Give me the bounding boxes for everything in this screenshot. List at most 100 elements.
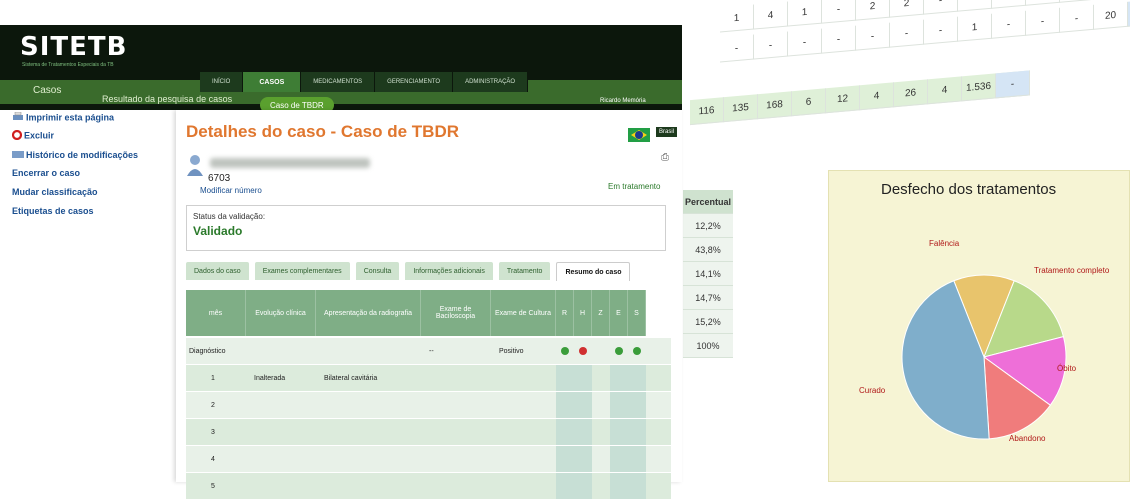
bg-table-cell: 1.536 bbox=[962, 73, 996, 102]
table-cell: 3 bbox=[211, 428, 215, 436]
green-status-dot bbox=[615, 347, 623, 355]
treatment-cell bbox=[610, 446, 628, 472]
top-navigation: INÍCIO CASOS MEDICAMENTOS GERENCIAMENTO … bbox=[200, 72, 529, 92]
percent-value: 12,2% bbox=[683, 214, 733, 238]
sidebar-item-reclassify[interactable]: Mudar classificação bbox=[12, 187, 98, 197]
table-row: 3 bbox=[186, 419, 671, 446]
sidebar-item-history[interactable]: Histórico de modificações bbox=[12, 150, 138, 161]
green-status-dot bbox=[633, 347, 641, 355]
sidebar-item-label: Histórico de modificações bbox=[26, 150, 139, 160]
treatment-cell bbox=[628, 419, 646, 445]
topnav-cases[interactable]: CASOS bbox=[243, 72, 302, 92]
bg-table-cell: 1 bbox=[958, 13, 992, 42]
sidebar: Imprimir esta página Excluir Histórico d… bbox=[0, 110, 180, 482]
printer-icon bbox=[12, 111, 24, 124]
table-cell: Inalterada bbox=[254, 374, 286, 382]
topnav-medicines[interactable]: MEDICAMENTOS bbox=[301, 72, 376, 92]
treatment-cell bbox=[574, 419, 592, 445]
user-name[interactable]: Ricardo Memória bbox=[600, 98, 646, 104]
percent-header: Percentual bbox=[683, 190, 733, 214]
breadcrumb-results[interactable]: Resultado da pesquisa de casos bbox=[102, 94, 232, 104]
bg-table-cell: - bbox=[822, 25, 856, 54]
red-status-dot bbox=[579, 347, 587, 355]
sidebar-item-close-case[interactable]: Encerrar o caso bbox=[12, 168, 80, 178]
table-cell: 1 bbox=[211, 374, 215, 382]
percentage-column: Percentual 12,2% 43,8% 14,1% 14,7% 15,2% 100% bbox=[683, 190, 733, 380]
bg-table-cell: - bbox=[754, 31, 788, 60]
percent-value: 15,2% bbox=[683, 310, 733, 334]
bg-table-cell: 2 bbox=[856, 0, 890, 21]
table-cell: Diagnóstico bbox=[189, 347, 226, 355]
pie-label: Falência bbox=[929, 239, 960, 248]
brazil-flag-icon[interactable] bbox=[628, 128, 650, 142]
treatment-cell bbox=[628, 446, 646, 472]
table-header: S bbox=[628, 290, 646, 336]
treatment-cell bbox=[574, 392, 592, 418]
table-header: mês bbox=[186, 290, 246, 336]
percent-value: 43,8% bbox=[683, 238, 733, 262]
print-icon[interactable]: ⎙ bbox=[661, 152, 669, 163]
table-header: Evolução clínica bbox=[246, 290, 316, 336]
bg-table-cell: - bbox=[890, 19, 924, 48]
edit-number-link[interactable]: Modificar número bbox=[200, 186, 262, 195]
tab-treatment[interactable]: Tratamento bbox=[498, 262, 551, 280]
bg-table-cell: 26 bbox=[894, 79, 928, 108]
tab-additional-info[interactable]: Informações adicionais bbox=[405, 262, 493, 280]
tab-case-summary[interactable]: Resumo do caso bbox=[556, 262, 631, 281]
sidebar-item-delete[interactable]: Excluir bbox=[11, 129, 54, 142]
bg-table-cell: - bbox=[992, 10, 1026, 39]
bg-table-cell: - bbox=[822, 0, 856, 24]
treatment-cell bbox=[610, 365, 628, 391]
delete-icon bbox=[11, 129, 23, 142]
green-status-dot bbox=[561, 347, 569, 355]
bg-table-cell: 2 bbox=[890, 0, 924, 18]
pie-label: Tratamento completo bbox=[1034, 266, 1110, 275]
pie-label: Abandono bbox=[1009, 434, 1046, 443]
bg-table-cell: 20 bbox=[1094, 1, 1128, 30]
table-cell: 2 bbox=[211, 401, 215, 409]
case-details-panel: Detalhes do caso - Caso de TBDR Brasil ⎙… bbox=[176, 110, 682, 500]
table-header: H bbox=[574, 290, 592, 336]
tab-exams[interactable]: Exames complementares bbox=[254, 262, 350, 280]
treatment-cell bbox=[574, 365, 592, 391]
case-tabs: Dados do caso Exames complementares Cons… bbox=[186, 262, 636, 281]
treatment-cell bbox=[610, 392, 628, 418]
page-title: Detalhes do caso - Caso de TBDR bbox=[186, 122, 460, 141]
table-header: Z bbox=[592, 290, 610, 336]
topnav-admin[interactable]: ADMINISTRAÇÃO bbox=[453, 72, 529, 92]
validation-box: Status da validação: Validado bbox=[186, 205, 666, 251]
treatment-cell bbox=[556, 392, 574, 418]
case-number: 6703 bbox=[208, 173, 231, 184]
bg-table-cell: 116 bbox=[690, 97, 724, 126]
language-selector[interactable]: Brasil bbox=[656, 127, 678, 137]
bg-table-cell: - bbox=[992, 0, 1026, 9]
bg-table-cell: - bbox=[720, 34, 754, 63]
tab-consultation[interactable]: Consulta bbox=[355, 262, 400, 280]
bg-table-cell: 4 bbox=[928, 76, 962, 105]
patient-name-blurred bbox=[210, 158, 370, 168]
treatment-cell bbox=[556, 473, 574, 499]
sidebar-item-tags[interactable]: Etiquetas de casos bbox=[12, 206, 94, 216]
table-header: Exame de Baciloscopia bbox=[421, 290, 491, 336]
topnav-home[interactable]: INÍCIO bbox=[200, 72, 244, 92]
bg-table-cell: - bbox=[1026, 0, 1060, 6]
bg-table-cell: - bbox=[924, 0, 958, 15]
sidebar-item-print[interactable]: Imprimir esta página bbox=[12, 111, 114, 124]
table-cell: 4 bbox=[211, 455, 215, 463]
table-cell: Bilateral cavitária bbox=[324, 374, 378, 382]
treatment-cell bbox=[628, 473, 646, 499]
patient-avatar-icon bbox=[187, 155, 203, 176]
outcome-chart-panel: Desfecho dos tratamentos Falência Tratame… bbox=[828, 170, 1130, 482]
topnav-management[interactable]: GERENCIAMENTO bbox=[375, 72, 454, 92]
table-row: Diagnóstico -- Positivo bbox=[186, 338, 671, 365]
table-cell: Positivo bbox=[499, 347, 524, 355]
bg-table-cell: - bbox=[1060, 4, 1094, 33]
bg-table-cell: 135 bbox=[724, 94, 758, 123]
table-row: 4 bbox=[186, 446, 671, 473]
bg-table-cell: - bbox=[996, 70, 1030, 99]
breadcrumb-section[interactable]: Casos bbox=[33, 85, 61, 96]
case-status: Em tratamento bbox=[608, 182, 661, 191]
table-cell: 5 bbox=[211, 482, 215, 490]
tab-case-data[interactable]: Dados do caso bbox=[186, 262, 249, 280]
app-logo-subtitle: Sistema de Tratamentos Especiais da TB bbox=[22, 62, 114, 68]
